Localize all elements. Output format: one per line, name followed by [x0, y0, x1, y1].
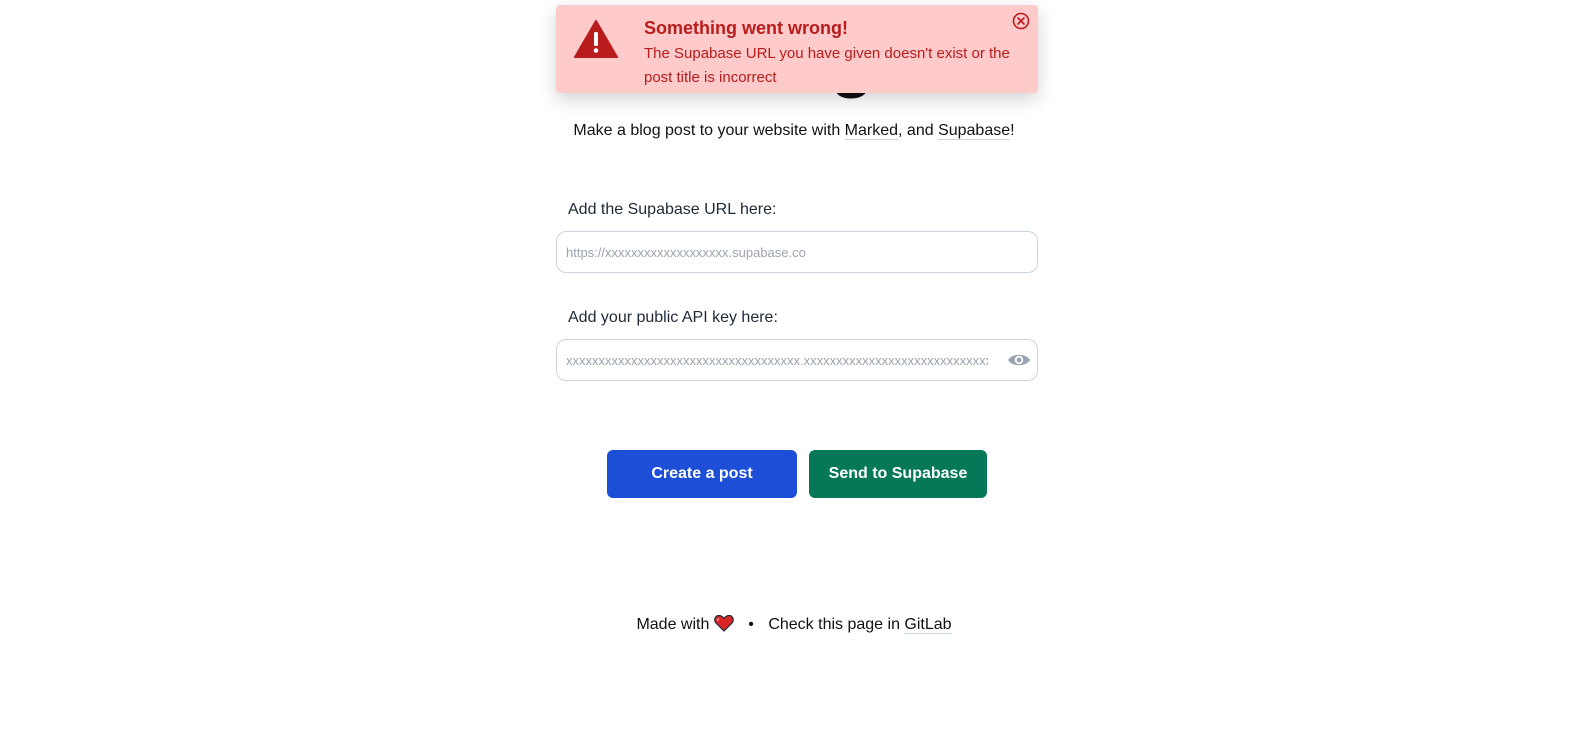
- warning-triangle-icon: [574, 19, 618, 59]
- subtitle-text-end: !: [1010, 122, 1015, 139]
- made-with-text: Made with: [636, 616, 710, 633]
- marked-link[interactable]: Marked: [844, 122, 899, 140]
- url-field-container: [556, 231, 1038, 273]
- subtitle-text: Make a blog post to your website with: [573, 122, 845, 139]
- toast-message: The Supabase URL you have given doesn't …: [644, 45, 1010, 86]
- check-page-text: Check this page in: [768, 616, 900, 633]
- url-label: Add the Supabase URL here:: [568, 201, 777, 218]
- send-to-supabase-button[interactable]: Send to Supabase: [809, 450, 987, 498]
- supabase-url-input[interactable]: [557, 232, 997, 272]
- show-password-eye-icon[interactable]: [1007, 350, 1031, 370]
- subtitle-text-mid: , and: [898, 122, 939, 139]
- api-key-field-container: [556, 339, 1038, 381]
- close-circle-icon[interactable]: [1012, 12, 1030, 30]
- supabase-link[interactable]: Supabase: [938, 122, 1011, 140]
- page-subtitle: Make a blog post to your website with Ma…: [0, 122, 1588, 140]
- page: Blog Make a blog post to your website wi…: [0, 0, 1588, 743]
- create-post-button[interactable]: Create a post: [607, 450, 797, 498]
- api-key-input[interactable]: [557, 340, 997, 380]
- gitlab-link[interactable]: GitLab: [904, 616, 952, 634]
- footer-separator: •: [748, 616, 754, 633]
- heart-icon: [714, 614, 734, 637]
- toast-title: Something went wrong!: [644, 18, 848, 38]
- api-key-label: Add your public API key here:: [568, 309, 778, 326]
- footer: Made with • Check this page in GitLab: [0, 614, 1588, 637]
- error-toast: Something went wrong! The Supabase URL y…: [556, 5, 1038, 93]
